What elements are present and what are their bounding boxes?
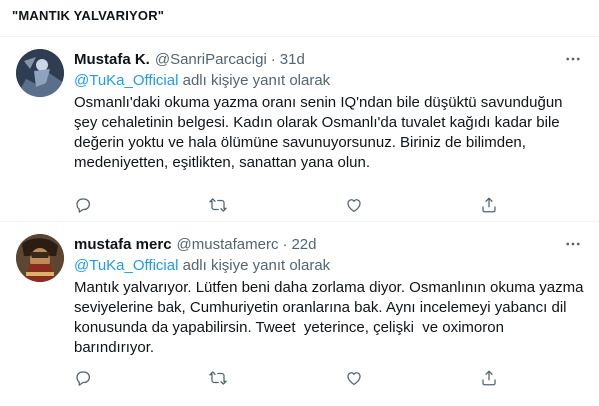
more-options-button[interactable] bbox=[561, 49, 585, 69]
page-title: "MANTIK YALVARIYOR" bbox=[12, 8, 165, 23]
like-icon bbox=[347, 372, 361, 386]
reply-icon bbox=[76, 371, 91, 386]
avatar[interactable] bbox=[16, 49, 64, 97]
author-handle[interactable]: @mustafamerc bbox=[177, 236, 279, 253]
retweet-button[interactable] bbox=[209, 366, 243, 390]
more-icon bbox=[566, 57, 580, 61]
mention-link[interactable]: @TuKa_Official bbox=[74, 72, 178, 89]
reply-context-label: adlı kişiye yanıt olarak bbox=[178, 72, 331, 89]
author-handle[interactable]: @SanriParcacigi bbox=[155, 51, 267, 68]
tweet[interactable]: mustafa merc @mustafamerc · 22d @TuKa_Of… bbox=[0, 222, 599, 406]
retweet-icon bbox=[209, 371, 228, 385]
tweet-text: Mantık yalvarıyor. Lütfen beni daha zorl… bbox=[74, 279, 584, 356]
share-button[interactable] bbox=[480, 193, 514, 217]
author-name[interactable]: Mustafa K. bbox=[74, 51, 150, 68]
like-button[interactable] bbox=[345, 366, 379, 390]
author-name[interactable]: mustafa merc bbox=[74, 236, 172, 253]
timestamp[interactable]: 22d bbox=[291, 236, 316, 253]
reply-icon bbox=[76, 198, 91, 213]
avatar-image bbox=[16, 49, 64, 97]
more-icon bbox=[566, 242, 580, 246]
avatar[interactable] bbox=[16, 234, 64, 282]
mention-link[interactable]: @TuKa_Official bbox=[74, 257, 178, 274]
more-options-button[interactable] bbox=[561, 234, 585, 254]
tweet-text: Osmanlı'daki okuma yazma oranı senin IQ'… bbox=[74, 94, 563, 171]
share-icon bbox=[482, 370, 496, 386]
retweet-icon bbox=[209, 198, 228, 212]
reply-button[interactable] bbox=[74, 366, 108, 390]
reply-context: @TuKa_Official adlı kişiye yanıt olarak bbox=[74, 256, 586, 276]
like-button[interactable] bbox=[345, 193, 379, 217]
reply-context: @TuKa_Official adlı kişiye yanıt olarak bbox=[74, 71, 586, 91]
avatar-image bbox=[16, 234, 64, 282]
meta-separator: · bbox=[270, 50, 276, 68]
reply-button[interactable] bbox=[74, 193, 108, 217]
tweet-actions bbox=[74, 193, 514, 217]
like-icon bbox=[347, 199, 361, 213]
share-button[interactable] bbox=[480, 366, 514, 390]
share-icon bbox=[482, 197, 496, 213]
meta-separator: · bbox=[282, 235, 288, 253]
retweet-button[interactable] bbox=[209, 193, 243, 217]
reply-context-label: adlı kişiye yanıt olarak bbox=[178, 257, 331, 274]
timestamp[interactable]: 31d bbox=[280, 51, 305, 68]
tweet[interactable]: Mustafa K. @SanriParcacigi · 31d @TuKa_O… bbox=[0, 37, 599, 222]
tweet-actions bbox=[74, 366, 514, 390]
